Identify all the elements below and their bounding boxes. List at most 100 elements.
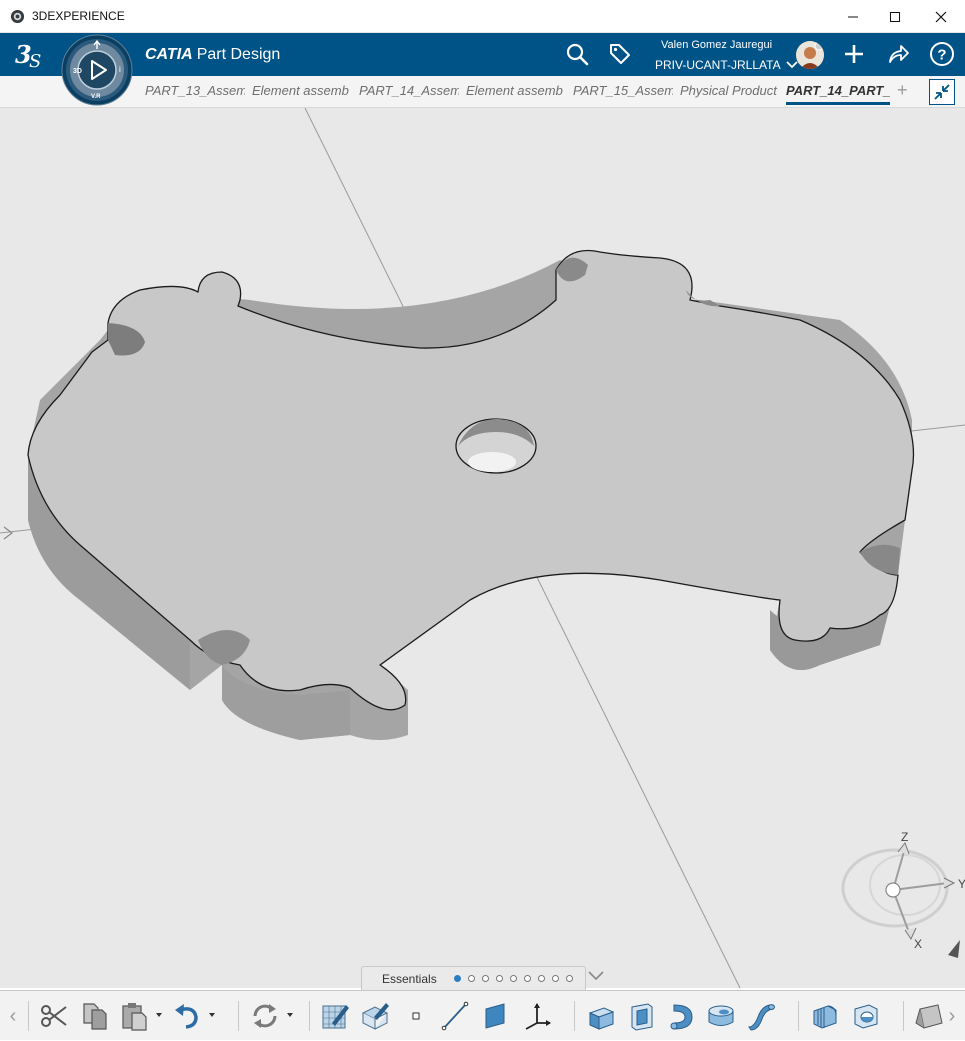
scroll-left-button[interactable]: ‹ [0,991,26,1041]
close-icon [935,11,947,22]
update-dropdown-caret[interactable] [287,1013,293,1017]
collapse-button[interactable] [929,79,955,105]
section-bar[interactable]: Essentials [361,966,586,990]
shaft-button[interactable] [664,999,698,1033]
separator [238,1001,239,1031]
plane-icon [485,1003,505,1029]
pad-icon [588,1007,615,1030]
chevron-down-icon [786,61,798,69]
help-button[interactable]: ? [927,39,957,69]
line-icon [441,1001,469,1031]
compass-info-label: i [119,65,121,74]
section-page-dot[interactable] [454,975,461,982]
hole-button[interactable] [704,999,738,1033]
triad-x-label: X [914,937,922,951]
3d-viewport[interactable]: Z X Y [0,108,965,988]
positioned-sketch-button[interactable] [358,999,392,1033]
shaft-icon [670,1004,693,1030]
section-page-dot[interactable] [524,975,531,982]
tenant-selector[interactable]: PRIV-UCANT-JRLLATA [655,58,798,72]
close-button[interactable] [918,0,964,33]
section-page-dot[interactable] [482,975,489,982]
section-page-dot[interactable] [496,975,503,982]
separator [28,1001,29,1031]
action-bar: ‹ › [0,990,965,1040]
tag-button[interactable] [605,39,635,69]
minimize-button[interactable] [830,0,876,33]
fillet-button[interactable] [808,999,842,1033]
undo-dropdown-caret[interactable] [209,1013,215,1017]
pad-button[interactable] [584,999,618,1033]
dassault-logo-icon[interactable]: 3 S [14,39,48,71]
tab-physical-product[interactable]: Physical Product [680,83,782,98]
hole-icon [708,1005,734,1026]
app-title: CATIA Part Design [145,46,280,64]
pocket-button[interactable] [625,999,659,1033]
plane-button[interactable] [478,999,512,1033]
app-name: Part Design [196,46,281,63]
svg-text:S: S [29,51,41,71]
cut-button[interactable] [37,999,71,1033]
separator [574,1001,575,1031]
arrow-right-icon [3,526,13,540]
copy-icon [83,1003,107,1030]
rib-button[interactable] [744,999,778,1033]
axis-system-button[interactable] [520,999,554,1033]
app-logo-icon [10,9,25,24]
cut-icon [41,1005,67,1027]
rib-icon [748,1004,775,1031]
search-icon [566,43,589,66]
paste-button[interactable] [118,999,152,1033]
tenant-label: PRIV-UCANT-JRLLATA [655,58,780,72]
search-button[interactable] [562,39,592,69]
sketch-positioned-icon [361,1003,389,1030]
separator [798,1001,799,1031]
section-page-dot[interactable] [552,975,559,982]
point-button[interactable] [399,999,433,1033]
tab-element-assembly-2[interactable]: Element assemb [466,83,566,98]
axis-system-icon [525,1003,551,1030]
scroll-right-button[interactable]: › [939,991,965,1041]
update-button[interactable] [248,999,282,1033]
undo-icon [175,1004,198,1029]
tab-part-14-part-active[interactable]: PART_14_PART_ [786,83,890,105]
robot-triad[interactable]: Z X Y [841,830,965,951]
section-page-dot[interactable] [538,975,545,982]
copy-button[interactable] [78,999,112,1033]
3d-scene[interactable]: Z X Y [0,108,965,988]
fillet-icon [813,1005,837,1029]
tag-icon [610,44,630,64]
section-page-dot[interactable] [566,975,573,982]
plus-icon [845,45,863,63]
undo-button[interactable] [170,999,204,1033]
point-icon [412,1012,420,1020]
paste-dropdown-caret[interactable] [156,1013,162,1017]
window-title: 3DEXPERIENCE [32,9,125,23]
line-button[interactable] [438,999,472,1033]
user-photo-icon [796,41,824,69]
chevron-down-icon[interactable] [587,969,605,983]
maximize-button[interactable] [872,0,918,33]
svg-text:?: ? [937,47,946,64]
tab-bar: PART_13_Assem Element assemb PART_14_Ass… [0,76,965,108]
pocket-icon [631,1003,653,1031]
section-page-dot[interactable] [510,975,517,982]
separator [309,1001,310,1031]
tab-part-15-assembly[interactable]: PART_15_Assem [573,83,673,98]
share-button[interactable] [883,39,913,69]
help-icon: ? [930,42,954,66]
compass-widget[interactable]: 3D i V.R [60,34,134,106]
tab-element-assembly-1[interactable]: Element assemb [252,83,352,98]
sketch-button[interactable] [318,999,352,1033]
add-button[interactable] [839,39,869,69]
resize-handle-icon[interactable] [948,940,960,958]
user-name: Valen Gomez Jauregui [661,39,773,51]
tab-part-14-assembly[interactable]: PART_14_Assem [359,83,459,98]
update-icon [253,1004,277,1028]
separator [903,1001,904,1031]
tab-part-13-assembly[interactable]: PART_13_Assem [145,83,245,98]
section-page-dot[interactable] [468,975,475,982]
new-tab-button[interactable]: + [897,80,908,101]
avatar[interactable] [796,41,824,69]
shell-button[interactable] [849,999,883,1033]
